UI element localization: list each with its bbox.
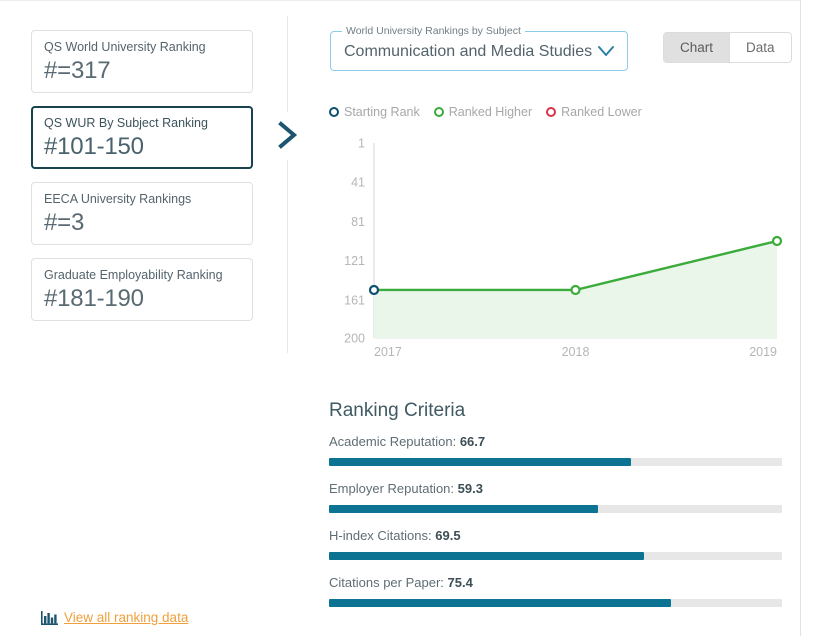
criteria-row-employer-reputation: Employer Reputation: 59.3 (329, 480, 784, 513)
criteria-value: 66.7 (459, 434, 486, 449)
view-all-ranking-data-label: View all ranking data (64, 610, 189, 625)
ranking-criteria-section: Ranking Criteria Academic Reputation: 66… (329, 398, 784, 621)
criteria-label: H-index Citations: 69.5 (329, 527, 784, 545)
subject-select[interactable]: World University Rankings by Subject Com… (330, 25, 628, 71)
criteria-progress-fill (329, 505, 598, 513)
criteria-colon: : (450, 481, 455, 496)
ranking-trend-chart: 1 41 81 121 161 200 2017 2018 2019 (330, 135, 785, 370)
criteria-value: 69.5 (435, 528, 461, 543)
criteria-colon: : (428, 528, 432, 543)
ranking-criteria-title: Ranking Criteria (329, 400, 466, 421)
chart-legend: Starting Rank Ranked Higher Ranked Lower (329, 104, 656, 120)
legend-marker-icon (546, 107, 557, 117)
legend-item-ranked-lower: Ranked Lower (546, 104, 642, 120)
criteria-progress-fill (329, 458, 632, 466)
ranking-card-title: Graduate Employability Ranking (44, 268, 223, 282)
criteria-progress-fill (329, 552, 644, 560)
tab-chart[interactable]: Chart (664, 33, 730, 62)
ranking-card-graduate-employability[interactable]: Graduate Employability Ranking #181-190 (31, 258, 253, 321)
criteria-value: 59.3 (457, 481, 483, 496)
vertical-divider-bottom (287, 160, 288, 353)
criteria-progress-track (329, 458, 782, 466)
criteria-progress-track (329, 552, 782, 560)
ranking-card-value: #=317 (44, 57, 111, 84)
ranking-card-eeca[interactable]: EECA University Rankings #=3 (31, 182, 253, 245)
vertical-divider-top (287, 16, 288, 112)
criteria-row-h-index-citations: H-index Citations: 69.5 (329, 527, 784, 560)
legend-label: Ranked Lower (561, 105, 642, 119)
legend-marker-icon (433, 107, 444, 117)
ranking-card-world-university[interactable]: QS World University Ranking #=317 (31, 30, 253, 93)
legend-label: Starting Rank (344, 105, 420, 119)
criteria-row-academic-reputation: Academic Reputation: 66.7 (329, 433, 784, 466)
chevron-down-icon[interactable] (597, 44, 615, 58)
svg-text:41: 41 (351, 176, 365, 190)
criteria-label: Citations per Paper: 75.4 (329, 574, 784, 592)
svg-text:1: 1 (358, 137, 365, 151)
criteria-colon: : (452, 434, 457, 449)
view-mode-toggle[interactable]: Chart Data (663, 32, 792, 63)
criteria-name: Citations per Paper (329, 575, 441, 590)
ranking-panel: QS World University Ranking #=317 QS WUR… (0, 0, 813, 636)
svg-text:2018: 2018 (562, 345, 590, 359)
criteria-value: 75.4 (447, 575, 473, 590)
criteria-colon: : (440, 575, 444, 590)
bar-chart-icon (41, 610, 58, 626)
criteria-name: Academic Reputation (329, 434, 453, 449)
criteria-progress-track (329, 599, 782, 607)
ranking-card-value: #101-150 (44, 133, 144, 160)
legend-marker-icon (329, 107, 339, 117)
view-all-ranking-data-link[interactable]: View all ranking data (41, 609, 188, 627)
ranking-card-value: #181-190 (44, 285, 144, 312)
svg-text:81: 81 (351, 215, 365, 229)
ranking-card-title: EECA University Rankings (44, 192, 192, 206)
criteria-progress-track (329, 505, 782, 513)
legend-item-starting-rank: Starting Rank (329, 104, 420, 120)
ranking-card-title: QS WUR By Subject Ranking (44, 116, 208, 130)
subject-select-label: World University Rankings by Subject (342, 25, 525, 38)
tab-data[interactable]: Data (729, 33, 791, 62)
criteria-label: Academic Reputation: 66.7 (329, 433, 784, 451)
criteria-label: Employer Reputation: 59.3 (329, 480, 784, 498)
chevron-right-icon[interactable] (272, 118, 302, 152)
criteria-row-citations-per-paper: Citations per Paper: 75.4 (329, 574, 784, 607)
legend-item-ranked-higher: Ranked Higher (433, 104, 533, 120)
panel-right-border (800, 0, 801, 636)
legend-label: Ranked Higher (448, 105, 533, 119)
ranking-card-value: #=3 (44, 209, 85, 236)
svg-text:200: 200 (344, 332, 365, 346)
svg-text:121: 121 (344, 254, 365, 268)
subject-select-value: Communication and Media Studies (344, 43, 593, 60)
svg-text:2017: 2017 (374, 345, 402, 359)
criteria-name: H-index Citations (329, 528, 428, 543)
panel-top-border (0, 0, 801, 1)
criteria-name: Employer Reputation (329, 481, 451, 496)
criteria-progress-fill (329, 599, 671, 607)
ranking-card-title: QS World University Ranking (44, 40, 206, 54)
ranking-card-wur-by-subject[interactable]: QS WUR By Subject Ranking #101-150 (31, 106, 253, 169)
svg-text:2019: 2019 (749, 345, 777, 359)
ranking-card-list: QS World University Ranking #=317 QS WUR… (31, 30, 253, 334)
svg-text:161: 161 (344, 293, 365, 307)
